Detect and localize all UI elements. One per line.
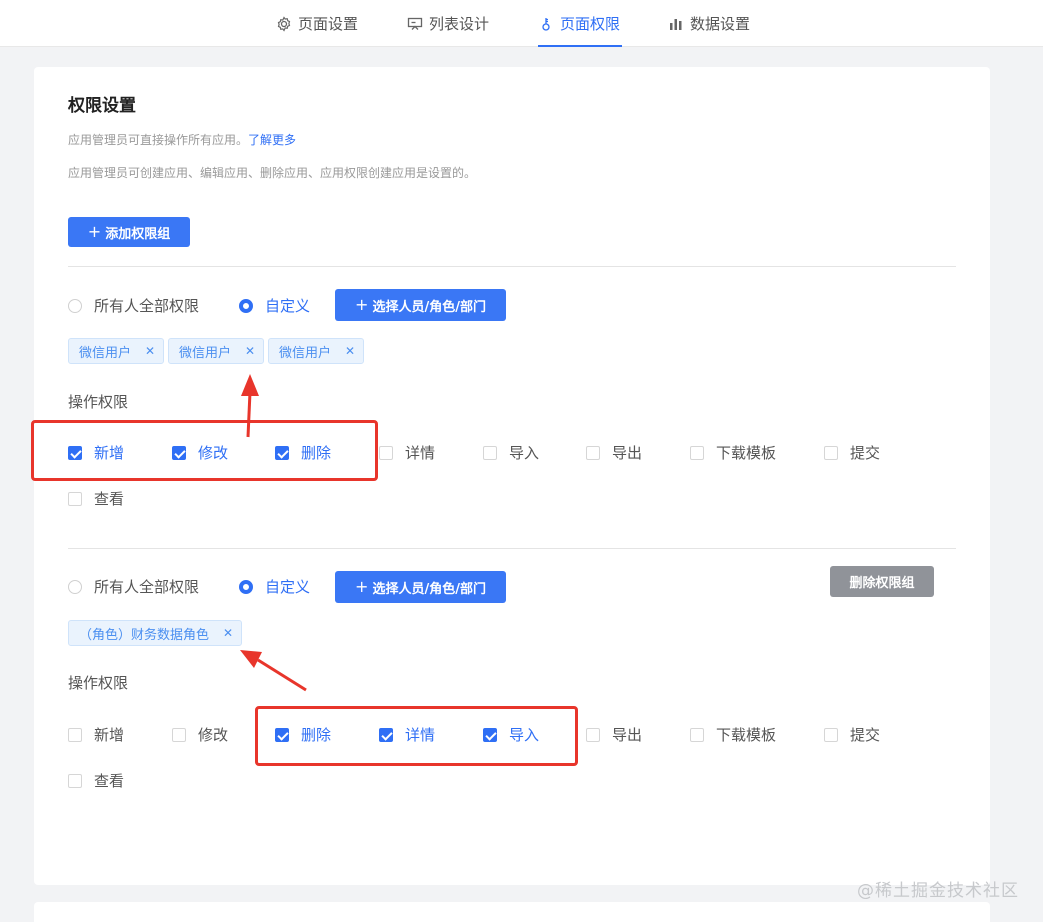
learn-more-link[interactable]: 了解更多: [248, 133, 296, 147]
radio-circle: [68, 579, 82, 594]
checkbox-box: [824, 727, 838, 742]
radio-custom[interactable]: 自定义: [239, 576, 310, 597]
checkbox-box: [824, 445, 838, 460]
page-title: 权限设置: [68, 96, 136, 116]
checkbox-box: [483, 445, 497, 460]
checkbox-download-template[interactable]: 下载模板: [690, 724, 776, 745]
checkbox-export[interactable]: 导出: [586, 724, 642, 745]
checkbox-label: 新增: [94, 726, 125, 744]
radio-label: 自定义: [265, 297, 311, 315]
checkbox-box: [68, 773, 82, 788]
plus-icon: +: [87, 222, 102, 241]
select-members-button[interactable]: + 选择人员/角色/部门: [335, 289, 506, 321]
checkbox-label: 查看: [94, 772, 125, 790]
checkbox-detail[interactable]: 详情: [379, 442, 435, 463]
member-tag: 微信用户 ✕: [168, 338, 265, 364]
tab-page-settings[interactable]: 页面设置: [276, 0, 358, 47]
add-permission-group-button[interactable]: + 添加权限组: [68, 217, 190, 247]
radio-label: 所有人全部权限: [94, 297, 200, 315]
checkbox-edit[interactable]: 修改: [172, 724, 228, 745]
checkbox-download-template[interactable]: 下载模板: [690, 442, 776, 463]
checkbox-box: [68, 727, 82, 742]
tab-data-settings[interactable]: 数据设置: [668, 0, 750, 47]
radio-circle: [239, 298, 253, 313]
plus-icon: +: [355, 577, 369, 596]
checkbox-label: 导入: [509, 444, 540, 462]
radio-label: 自定义: [265, 578, 311, 596]
list-design-icon: [407, 17, 423, 30]
checkbox-label: 下载模板: [716, 726, 777, 744]
description-text: 应用管理员可直接操作所有应用。: [68, 133, 249, 147]
radio-label: 所有人全部权限: [94, 578, 200, 596]
checkbox-label: 导出: [612, 444, 643, 462]
radio-all-permissions[interactable]: 所有人全部权限: [68, 295, 199, 316]
checkbox-label: 提交: [850, 444, 881, 462]
top-tab-bar: 页面设置 列表设计 页面权限 数据设置: [0, 0, 1043, 47]
member-tag: 微信用户 ✕: [68, 338, 165, 364]
checkbox-submit[interactable]: 提交: [824, 442, 880, 463]
button-label: 添加权限组: [105, 226, 171, 242]
checkbox-box: [690, 445, 704, 460]
tab-label: 数据设置: [690, 14, 751, 33]
tab-label: 页面设置: [298, 14, 359, 33]
tab-page-permissions[interactable]: 页面权限: [538, 0, 622, 47]
role-tag: （角色）财务数据角色 ✕: [68, 620, 243, 646]
radio-custom[interactable]: 自定义: [239, 295, 310, 316]
button-label: 选择人员/角色/部门: [372, 581, 486, 597]
checkbox-label: 查看: [94, 490, 125, 508]
tag-label: 微信用户: [179, 345, 232, 361]
divider: [68, 548, 956, 549]
radio-circle: [239, 579, 253, 594]
annotation-highlight-box: [255, 706, 578, 766]
checkbox-import[interactable]: 导入: [483, 442, 539, 463]
checkbox-label: 修改: [198, 726, 229, 744]
divider: [68, 266, 956, 267]
tab-label: 页面权限: [560, 14, 621, 33]
annotation-highlight-box: [31, 420, 378, 481]
checkbox-submit[interactable]: 提交: [824, 724, 880, 745]
checkbox-box: [68, 491, 82, 506]
description-line-1: 应用管理员可直接操作所有应用。了解更多: [68, 131, 296, 148]
checkbox-view[interactable]: 查看: [68, 770, 124, 791]
gear-icon: [277, 15, 291, 32]
tag-label: （角色）财务数据角色: [79, 627, 210, 643]
key-icon: [542, 17, 550, 31]
checkbox-export[interactable]: 导出: [586, 442, 642, 463]
description-line-2: 应用管理员可创建应用、编辑应用、删除应用、应用权限创建应用是设置的。: [68, 166, 477, 180]
tab-list-design[interactable]: 列表设计: [407, 0, 489, 47]
tab-label: 列表设计: [429, 14, 490, 33]
tag-label: 微信用户: [279, 345, 332, 361]
member-tag: 微信用户 ✕: [268, 338, 365, 364]
checkbox-add[interactable]: 新增: [68, 724, 124, 745]
plus-icon: +: [355, 295, 369, 314]
delete-permission-group-button[interactable]: 删除权限组: [830, 566, 934, 597]
checkbox-box: [690, 727, 704, 742]
operation-permissions-label: 操作权限: [68, 674, 129, 692]
bar-chart-icon: [670, 18, 682, 30]
close-icon[interactable]: ✕: [245, 344, 255, 358]
next-card: [34, 902, 990, 922]
radio-circle: [68, 298, 82, 313]
select-members-button[interactable]: + 选择人员/角色/部门: [335, 571, 506, 603]
checkbox-label: 详情: [405, 444, 436, 462]
checkbox-box: [586, 727, 600, 742]
tag-label: 微信用户: [79, 345, 132, 361]
checkbox-box: [586, 445, 600, 460]
button-label: 选择人员/角色/部门: [372, 299, 486, 315]
watermark: @稀土掘金技术社区: [857, 881, 1019, 901]
checkbox-label: 下载模板: [716, 444, 777, 462]
operation-permissions-label: 操作权限: [68, 393, 129, 411]
close-icon[interactable]: ✕: [145, 344, 155, 358]
radio-all-permissions[interactable]: 所有人全部权限: [68, 576, 199, 597]
checkbox-label: 提交: [850, 726, 881, 744]
checkbox-box: [379, 445, 393, 460]
checkbox-view[interactable]: 查看: [68, 488, 124, 509]
checkbox-box: [172, 727, 186, 742]
close-icon[interactable]: ✕: [345, 344, 355, 358]
close-icon[interactable]: ✕: [223, 626, 233, 640]
checkbox-label: 导出: [612, 726, 643, 744]
